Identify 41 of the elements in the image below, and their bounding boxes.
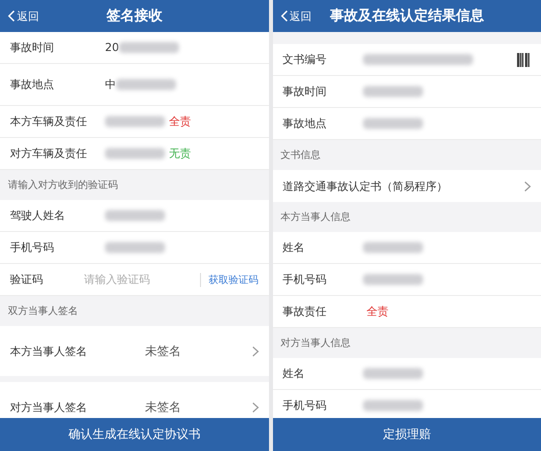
field-value: 中 — [105, 77, 116, 92]
field-value: 20 — [105, 41, 119, 54]
field-label: 事故地点 — [282, 116, 328, 131]
field-label: 姓名 — [282, 366, 306, 381]
field-label: 驾驶人姓名 — [10, 208, 66, 223]
back-chevron-icon — [280, 10, 288, 22]
back-button[interactable]: 返回 — [0, 8, 47, 24]
primary-button[interactable]: 定损理赔 — [272, 418, 541, 451]
primary-button[interactable]: 确认生成在线认定协议书 — [0, 418, 268, 451]
field-label: 文书编号 — [282, 52, 328, 67]
responsibility-tag: 全责 — [366, 304, 388, 319]
field-label: 事故时间 — [10, 40, 55, 55]
field-label: 本方车辆及责任 — [10, 114, 88, 129]
field-label: 事故时间 — [282, 84, 328, 99]
document-link-row[interactable]: 道路交通事故认定书（简易程序） — [272, 170, 541, 202]
field-label: 对方车辆及责任 — [10, 146, 88, 161]
responsibility-tag: 无责 — [169, 146, 191, 161]
back-button[interactable]: 返回 — [272, 8, 320, 24]
field-label: 姓名 — [282, 240, 306, 255]
chevron-right-icon — [252, 346, 258, 356]
field-label: 手机号码 — [10, 240, 55, 255]
field-label: 本方当事人签名 — [10, 344, 88, 358]
field-label: 事故地点 — [10, 77, 55, 92]
signature-row[interactable]: 本方当事人签名 未签名 — [0, 326, 268, 376]
screen-title: 签名接收 — [106, 7, 162, 25]
responsibility-tag: 全责 — [169, 114, 191, 129]
field-label: 验证码 — [10, 272, 44, 287]
chevron-right-icon — [252, 402, 258, 412]
signature-status: 未签名 — [145, 398, 182, 416]
document-name: 道路交通事故认定书（简易程序） — [282, 178, 448, 194]
signature-row[interactable]: 对方当事人签名 未签名 — [0, 382, 268, 418]
field-label: 事故责任 — [282, 304, 328, 319]
back-chevron-icon — [8, 10, 15, 22]
barcode-icon[interactable] — [517, 52, 531, 66]
field-label: 对方当事人签名 — [10, 400, 88, 414]
chevron-right-icon — [524, 180, 531, 192]
signature-status: 未签名 — [145, 342, 182, 360]
field-label: 手机号码 — [282, 398, 328, 413]
field-label: 手机号码 — [282, 272, 328, 287]
screen-title: 事故及在线认定结果信息 — [330, 7, 484, 25]
get-code-link[interactable]: 获取验证码 — [200, 272, 258, 286]
